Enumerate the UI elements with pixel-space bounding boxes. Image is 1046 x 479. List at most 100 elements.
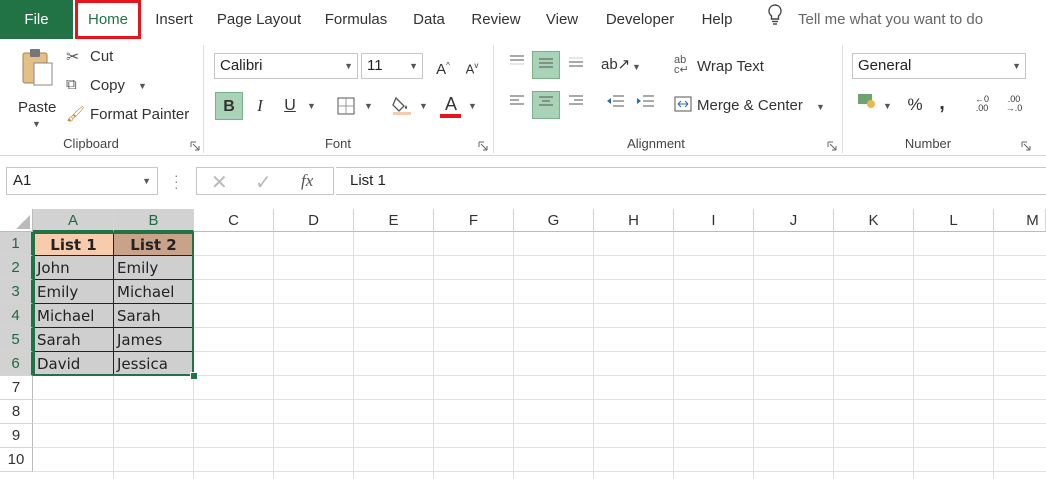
underline-dropdown-icon[interactable]: ▼ xyxy=(307,101,316,111)
cell-b4[interactable]: Sarah xyxy=(113,303,194,328)
formula-input[interactable]: List 1 xyxy=(336,167,1046,195)
row-header-10[interactable]: 10 xyxy=(0,448,33,472)
merge-center-button[interactable]: Merge & Center ▼ xyxy=(674,94,830,116)
increase-font-size-icon[interactable]: A^ xyxy=(429,52,457,80)
column-header-i[interactable]: I xyxy=(674,209,754,232)
column-header-f[interactable]: F xyxy=(434,209,514,232)
align-right-icon[interactable] xyxy=(562,91,590,119)
insert-function-icon[interactable]: fx xyxy=(301,171,313,191)
tab-home[interactable]: Home xyxy=(75,0,141,39)
accounting-dropdown-icon[interactable]: ▼ xyxy=(883,101,892,111)
row-header-3[interactable]: 3 xyxy=(0,280,33,304)
row-header-8[interactable]: 8 xyxy=(0,400,33,424)
cell-a6[interactable]: David xyxy=(33,351,114,376)
tab-developer[interactable]: Developer xyxy=(599,0,681,39)
tell-me-box[interactable]: Tell me what you want to do xyxy=(766,0,983,39)
number-launcher-icon[interactable] xyxy=(1021,138,1031,151)
vertical-dots-icon[interactable]: · · · xyxy=(174,168,180,194)
align-center-icon[interactable] xyxy=(532,91,560,119)
column-header-b[interactable]: B xyxy=(114,209,194,232)
cell-b2[interactable]: Emily xyxy=(113,255,194,280)
row-header-9[interactable]: 9 xyxy=(0,424,33,448)
increase-decimal-icon[interactable]: ←0.00 xyxy=(968,91,996,119)
cell-b3[interactable]: Michael xyxy=(113,279,194,304)
format-painter-button[interactable]: 🖌 Format Painter xyxy=(66,105,190,125)
fill-handle[interactable] xyxy=(190,372,198,380)
comma-style-button[interactable]: , xyxy=(928,89,956,117)
underline-button[interactable]: U xyxy=(276,92,304,120)
paste-button[interactable]: Paste ▼ xyxy=(14,47,60,129)
row-header-6[interactable]: 6 xyxy=(0,352,33,376)
row-header-5[interactable]: 5 xyxy=(0,328,33,352)
row-header-7[interactable]: 7 xyxy=(0,376,33,400)
wrap-text-button[interactable]: ab c↵ Wrap Text xyxy=(674,55,794,77)
cell-a2[interactable]: John xyxy=(33,255,114,280)
group-separator xyxy=(203,45,204,153)
column-header-d[interactable]: D xyxy=(274,209,354,232)
column-header-c[interactable]: C xyxy=(194,209,274,232)
tab-page-layout[interactable]: Page Layout xyxy=(212,0,306,39)
orientation-icon[interactable]: ab↗ xyxy=(601,51,630,79)
font-launcher-icon[interactable] xyxy=(478,138,488,151)
column-header-l[interactable]: L xyxy=(914,209,994,232)
copy-button[interactable]: ⧉ Copy ▼ xyxy=(66,76,152,96)
column-header-k[interactable]: K xyxy=(834,209,914,232)
group-separator xyxy=(842,45,843,153)
cell-b5[interactable]: James xyxy=(113,327,194,352)
name-box[interactable]: A1 ▼ xyxy=(6,167,158,195)
select-all-corner[interactable] xyxy=(0,209,33,232)
percent-style-button[interactable]: % xyxy=(901,91,929,119)
orientation-dropdown-icon[interactable]: ▼ xyxy=(632,62,641,72)
number-format-select[interactable]: General ▼ xyxy=(852,53,1026,79)
column-header-m[interactable]: M xyxy=(994,209,1046,232)
align-left-icon[interactable] xyxy=(503,91,531,119)
cell-b6[interactable]: Jessica xyxy=(113,351,194,376)
fill-color-icon[interactable] xyxy=(388,92,416,120)
cell-a3[interactable]: Emily xyxy=(33,279,114,304)
font-family-select[interactable]: Calibri ▼ xyxy=(214,53,358,79)
cut-button[interactable]: ✂ Cut xyxy=(66,47,136,67)
tab-file[interactable]: File xyxy=(0,0,73,39)
font-size-select[interactable]: 11 ▼ xyxy=(361,53,423,79)
column-header-h[interactable]: H xyxy=(594,209,674,232)
tab-help[interactable]: Help xyxy=(695,0,739,39)
italic-button[interactable]: I xyxy=(246,92,274,120)
font-color-dropdown-icon[interactable]: ▼ xyxy=(468,101,477,111)
borders-dropdown-icon[interactable]: ▼ xyxy=(364,101,373,111)
row-header-4[interactable]: 4 xyxy=(0,304,33,328)
tab-insert[interactable]: Insert xyxy=(150,0,198,39)
decrease-font-size-icon[interactable]: Av xyxy=(458,52,486,80)
column-header-e[interactable]: E xyxy=(354,209,434,232)
copy-dropdown-icon: ▼ xyxy=(138,81,147,91)
tab-review[interactable]: Review xyxy=(466,0,526,39)
column-header-j[interactable]: J xyxy=(754,209,834,232)
increase-indent-icon[interactable] xyxy=(631,91,659,119)
cancel-icon[interactable]: ✕ xyxy=(211,170,228,195)
tab-formulas[interactable]: Formulas xyxy=(320,0,392,39)
ribbon: Paste ▼ ✂ Cut ⧉ Copy ▼ 🖌 Format Painter … xyxy=(0,39,1046,156)
wrap-text-icon: ab c↵ xyxy=(674,54,689,76)
tab-view[interactable]: View xyxy=(539,0,585,39)
row-header-2[interactable]: 2 xyxy=(0,256,33,280)
tab-data[interactable]: Data xyxy=(406,0,452,39)
font-color-button[interactable]: A xyxy=(437,90,465,118)
row-header-1[interactable]: 1 xyxy=(0,232,33,256)
cell-a1[interactable]: List 1 xyxy=(33,232,114,256)
decrease-indent-icon[interactable] xyxy=(601,91,629,119)
cell-b1[interactable]: List 2 xyxy=(113,232,194,256)
borders-icon[interactable] xyxy=(332,92,360,120)
column-header-a[interactable]: A xyxy=(33,209,114,232)
accounting-format-icon[interactable] xyxy=(852,91,880,119)
fill-color-dropdown-icon[interactable]: ▼ xyxy=(419,101,428,111)
cell-a4[interactable]: Michael xyxy=(33,303,114,328)
align-middle-icon[interactable] xyxy=(532,51,560,79)
clipboard-launcher-icon[interactable] xyxy=(190,138,200,151)
bold-button[interactable]: B xyxy=(215,92,243,120)
column-header-g[interactable]: G xyxy=(514,209,594,232)
alignment-launcher-icon[interactable] xyxy=(827,138,837,151)
cell-a5[interactable]: Sarah xyxy=(33,327,114,352)
align-top-icon[interactable] xyxy=(503,51,531,79)
align-bottom-icon[interactable] xyxy=(562,51,590,79)
decrease-decimal-icon[interactable]: .00 →.0 xyxy=(1000,91,1028,119)
enter-icon[interactable]: ✓ xyxy=(255,170,272,195)
